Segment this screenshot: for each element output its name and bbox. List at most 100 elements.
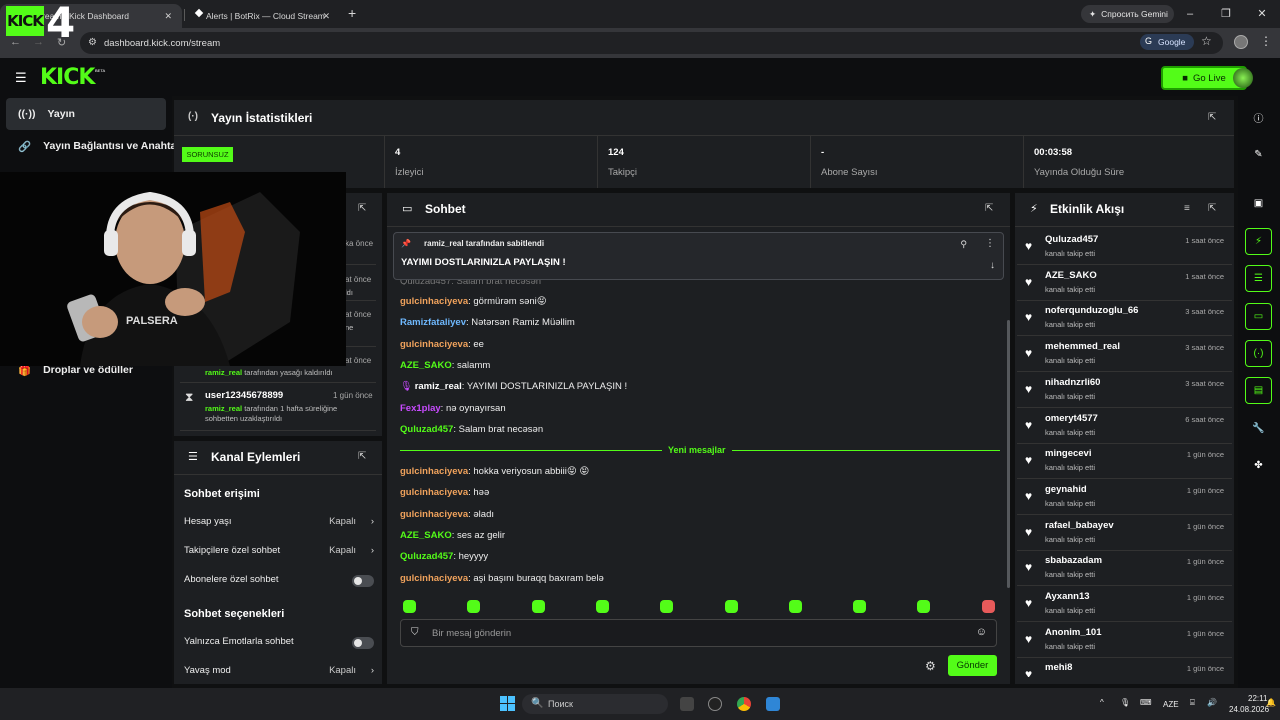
scroll-down-arrow-icon[interactable]: ↓ bbox=[990, 260, 995, 271]
broadcast-rail-icon[interactable]: (·) bbox=[1245, 340, 1272, 367]
follower-name[interactable]: Quluzad457 bbox=[1045, 234, 1098, 245]
emoji-picker-icon[interactable]: ☺ bbox=[976, 626, 987, 638]
chat-username[interactable]: Fex1play bbox=[400, 403, 441, 414]
expand-icon[interactable]: ⇱ bbox=[358, 451, 366, 462]
unpin-icon[interactable]: ⚲ bbox=[960, 239, 967, 250]
mod-username[interactable]: user12345678899 bbox=[205, 390, 283, 401]
volume-icon[interactable]: 🔊 bbox=[1207, 698, 1217, 707]
expand-icon[interactable]: ⇱ bbox=[1208, 203, 1216, 214]
chat-username[interactable]: gulcinhaciyeva bbox=[400, 573, 468, 584]
notifications-icon[interactable]: 🔔 bbox=[1266, 698, 1276, 707]
back-arrow-icon[interactable]: ← bbox=[10, 36, 21, 48]
emote-icon[interactable] bbox=[917, 600, 931, 613]
browser-menu-icon[interactable]: ⋮ bbox=[1260, 34, 1272, 48]
profile-avatar[interactable] bbox=[1234, 35, 1248, 49]
emote-icon[interactable] bbox=[724, 600, 738, 613]
info-icon[interactable]: ⓘ bbox=[1245, 104, 1272, 131]
chat-username[interactable]: gulcinhaciyeva bbox=[400, 509, 468, 520]
clock-date[interactable]: 24.08.2026 bbox=[1229, 705, 1269, 714]
actions-rail-icon[interactable]: ▤ bbox=[1245, 377, 1272, 404]
wrench-icon[interactable]: 🔧 bbox=[1245, 415, 1272, 442]
chat-username[interactable]: AZE_SAKO bbox=[400, 360, 452, 371]
forward-arrow-icon[interactable]: → bbox=[33, 36, 44, 48]
tab-botrix-alerts[interactable]: Alerts | BotRix — Cloud Stream ✕ bbox=[190, 4, 340, 28]
gemini-button[interactable]: ✦ Спросить Gemini bbox=[1081, 5, 1174, 23]
address-field[interactable]: ⚙ dashboard.kick.com/stream bbox=[80, 32, 1223, 54]
chat-rail-icon[interactable]: ▭ bbox=[1245, 303, 1272, 330]
chat-username[interactable]: Quluzad457 bbox=[400, 551, 453, 562]
follower-name[interactable]: rafael_babayev bbox=[1045, 520, 1114, 531]
lightning-rail-icon[interactable]: ⚡ bbox=[1245, 228, 1272, 255]
follower-name[interactable]: AZE_SAKO bbox=[1045, 270, 1097, 281]
sidebar-item-stream-link[interactable]: 🔗 Yayın Bağlantısı ve Anahtarı bbox=[6, 130, 183, 162]
apps-icon[interactable]: ✤ bbox=[1245, 452, 1272, 479]
windows-start-icon[interactable] bbox=[500, 696, 515, 711]
subscribers-only-toggle[interactable] bbox=[352, 575, 374, 587]
search-engine-badge[interactable]: G Google bbox=[1140, 34, 1194, 50]
follower-name[interactable]: geynahid bbox=[1045, 484, 1087, 495]
camera-icon[interactable]: ▣ bbox=[1245, 190, 1272, 217]
chat-scrollbar[interactable] bbox=[1007, 320, 1010, 588]
emote-icon[interactable] bbox=[853, 600, 867, 613]
minimize-icon[interactable]: – bbox=[1172, 0, 1208, 28]
taskbar-search[interactable]: 🔍 Поиск bbox=[522, 694, 668, 714]
emote-icon[interactable] bbox=[467, 600, 481, 613]
chrome-icon[interactable] bbox=[737, 697, 751, 711]
tray-chevron-icon[interactable]: ^ bbox=[1100, 698, 1104, 707]
expand-icon[interactable]: ⇱ bbox=[985, 203, 993, 214]
follower-name[interactable]: mehi8 bbox=[1045, 662, 1072, 673]
follower-name[interactable]: Ayxann13 bbox=[1045, 591, 1090, 602]
keyboard-icon[interactable]: ⌨ bbox=[1140, 698, 1152, 707]
language-indicator[interactable]: AZE bbox=[1163, 700, 1179, 709]
chat-settings-gear-icon[interactable]: ⚙ bbox=[925, 659, 936, 673]
emote-icon[interactable] bbox=[981, 600, 995, 613]
filter-icon[interactable]: ≡ bbox=[1184, 203, 1190, 214]
emote-icon[interactable] bbox=[403, 600, 416, 613]
list-rail-icon[interactable]: ☰ bbox=[1245, 265, 1272, 292]
follower-name[interactable]: mingecevi bbox=[1045, 448, 1091, 459]
site-info-icon[interactable]: ⚙ bbox=[88, 37, 97, 48]
chat-username[interactable]: Quluzad457 bbox=[400, 424, 453, 435]
chat-username[interactable]: Ramizfataliyev bbox=[400, 317, 466, 328]
chat-username[interactable]: gulcinhaciyeva bbox=[400, 296, 468, 307]
expand-icon[interactable]: ⇱ bbox=[1208, 112, 1216, 123]
chat-input[interactable]: ⛉ Bir mesaj gönderin ☺ bbox=[400, 619, 997, 647]
clock-time[interactable]: 22:11 bbox=[1248, 694, 1267, 703]
chat-username[interactable]: ramiz_real bbox=[415, 381, 462, 392]
follower-name[interactable]: noferqunduzoglu_66 bbox=[1045, 305, 1138, 316]
follower-name[interactable]: sbabazadam bbox=[1045, 555, 1102, 566]
task-view-icon[interactable] bbox=[680, 697, 694, 711]
emote-icon[interactable] bbox=[660, 600, 674, 613]
emote-icon[interactable] bbox=[531, 600, 545, 613]
new-tab-plus-icon[interactable]: + bbox=[348, 5, 356, 21]
pencil-icon[interactable]: ✎ bbox=[1245, 141, 1272, 168]
expand-icon[interactable]: ⇱ bbox=[358, 203, 366, 214]
emote-icon[interactable] bbox=[595, 600, 609, 613]
microphone-icon[interactable]: 🎙 bbox=[1120, 698, 1130, 707]
network-icon[interactable]: ⌸ bbox=[1190, 698, 1195, 708]
chat-username[interactable]: gulcinhaciyeva bbox=[400, 339, 468, 350]
close-window-icon[interactable]: ✕ bbox=[1244, 0, 1280, 28]
emote-only-toggle[interactable] bbox=[352, 637, 374, 649]
sidebar-item-stream[interactable]: ((·)) Yayın bbox=[6, 98, 166, 130]
close-tab-icon[interactable]: ✕ bbox=[164, 11, 172, 22]
follower-name[interactable]: mehemmed_real bbox=[1045, 341, 1120, 352]
close-tab-icon[interactable]: ✕ bbox=[322, 11, 330, 22]
kick-logo[interactable]: KICK bbox=[40, 67, 95, 89]
followers-only-setting[interactable]: Takipçilere özel sohbet Kapalı › bbox=[184, 545, 374, 565]
menu-hamburger-icon[interactable]: ☰ bbox=[15, 70, 27, 86]
chat-username[interactable]: AZE_SAKO bbox=[400, 530, 452, 541]
emote-icon[interactable] bbox=[788, 600, 802, 613]
app-icon[interactable] bbox=[766, 697, 780, 711]
follower-name[interactable]: Anonim_101 bbox=[1045, 627, 1102, 638]
chat-username[interactable]: gulcinhaciyeva bbox=[400, 487, 468, 498]
follower-name[interactable]: omeryt4577 bbox=[1045, 413, 1098, 424]
slow-mode-setting[interactable]: Yavaş mod Kapalı › bbox=[184, 665, 374, 685]
account-age-setting[interactable]: Hesap yaşı Kapalı › bbox=[184, 516, 374, 536]
user-avatar[interactable] bbox=[1233, 68, 1253, 88]
follower-name[interactable]: nihadnzrli60 bbox=[1045, 377, 1100, 388]
more-options-icon[interactable]: ⋮ bbox=[985, 238, 995, 249]
obs-icon[interactable] bbox=[708, 697, 722, 711]
bookmark-star-icon[interactable]: ☆ bbox=[1201, 34, 1212, 48]
restore-icon[interactable]: ❐ bbox=[1208, 0, 1244, 28]
